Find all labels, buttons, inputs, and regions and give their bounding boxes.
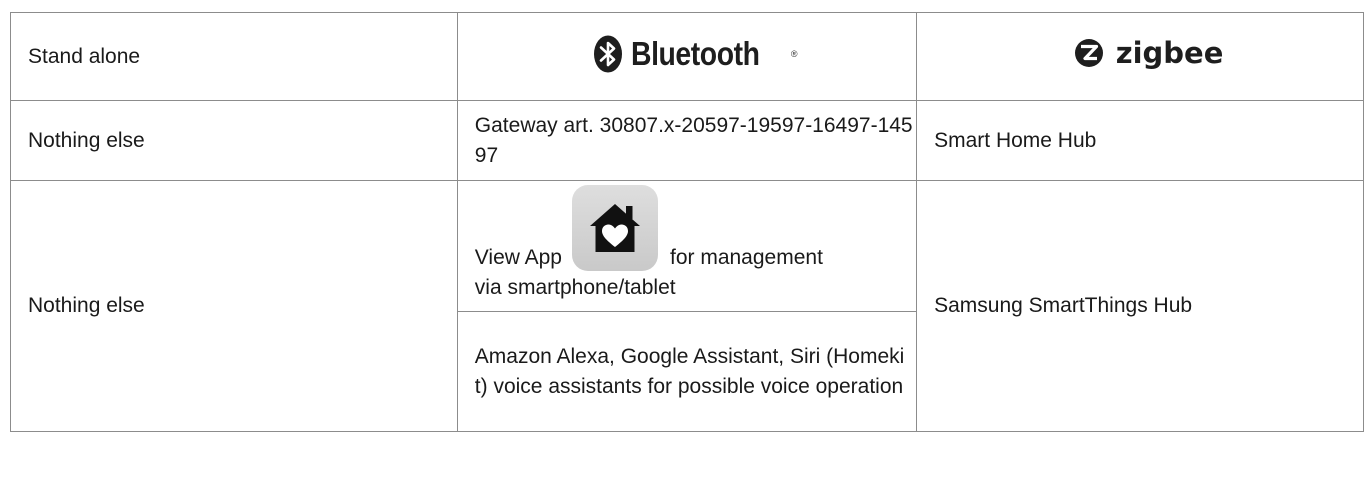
table-row: Nothing else Gateway art. 30807.x-20597-… [10,100,1364,181]
view-app-text: View App [474,246,562,269]
table-row: Nothing else View App for management via… [10,180,1364,432]
zigbee-icon [1074,39,1103,67]
samsung-hub-label: Samsung SmartThings Hub [934,294,1193,317]
connectivity-table: Stand alone Bluetooth ® zigbee Nothing el… [10,12,1364,432]
header-row: Stand alone Bluetooth ® zigbee [10,12,1364,101]
house-heart-glyph [589,204,640,252]
bluetooth-logo: Bluetooth ® [593,34,798,73]
smart-home-hub-label: Smart Home Hub [934,128,1097,152]
app-cell: View App for management via smartphone/t… [456,180,918,312]
nothing-else-label: Nothing else [28,128,145,152]
standalone-header: Stand alone [10,12,458,101]
app-line: View App for management [475,185,916,273]
zigbee-cell: Smart Home Hub [916,100,1364,181]
bluetooth-icon [594,35,623,72]
bluetooth-wordmark: Bluetooth [631,34,760,72]
standalone-label: Stand alone [28,44,141,68]
home-heart-icon[interactable] [571,185,658,271]
bluetooth-cell: Gateway art. 30807.x-20597-19597-16497-1… [456,100,918,181]
registered-mark: ® [790,48,798,59]
zigbee-wordmark: zigbee [1115,36,1224,70]
zigbee-logo: zigbee [1074,36,1224,70]
gateway-text: Gateway art. 30807.x-20597-19597-16497-1… [474,113,913,167]
standalone-cell: Nothing else [10,100,458,181]
zigbee-header: zigbee [916,12,1364,101]
bluetooth-header: Bluetooth ® [456,12,918,101]
standalone-cell: Nothing else [10,180,458,432]
app-description: View App for management via smartphone/t… [475,185,916,307]
app-line-2: via smartphone/tablet [474,276,676,299]
management-text: for management [669,246,823,269]
nothing-else-label: Nothing else [28,294,145,317]
voice-cell: Amazon Alexa, Google Assistant, Siri (Ho… [456,311,918,432]
voice-assistants-text: Amazon Alexa, Google Assistant, Siri (Ho… [474,344,905,398]
zigbee-cell: Samsung SmartThings Hub [916,180,1364,432]
